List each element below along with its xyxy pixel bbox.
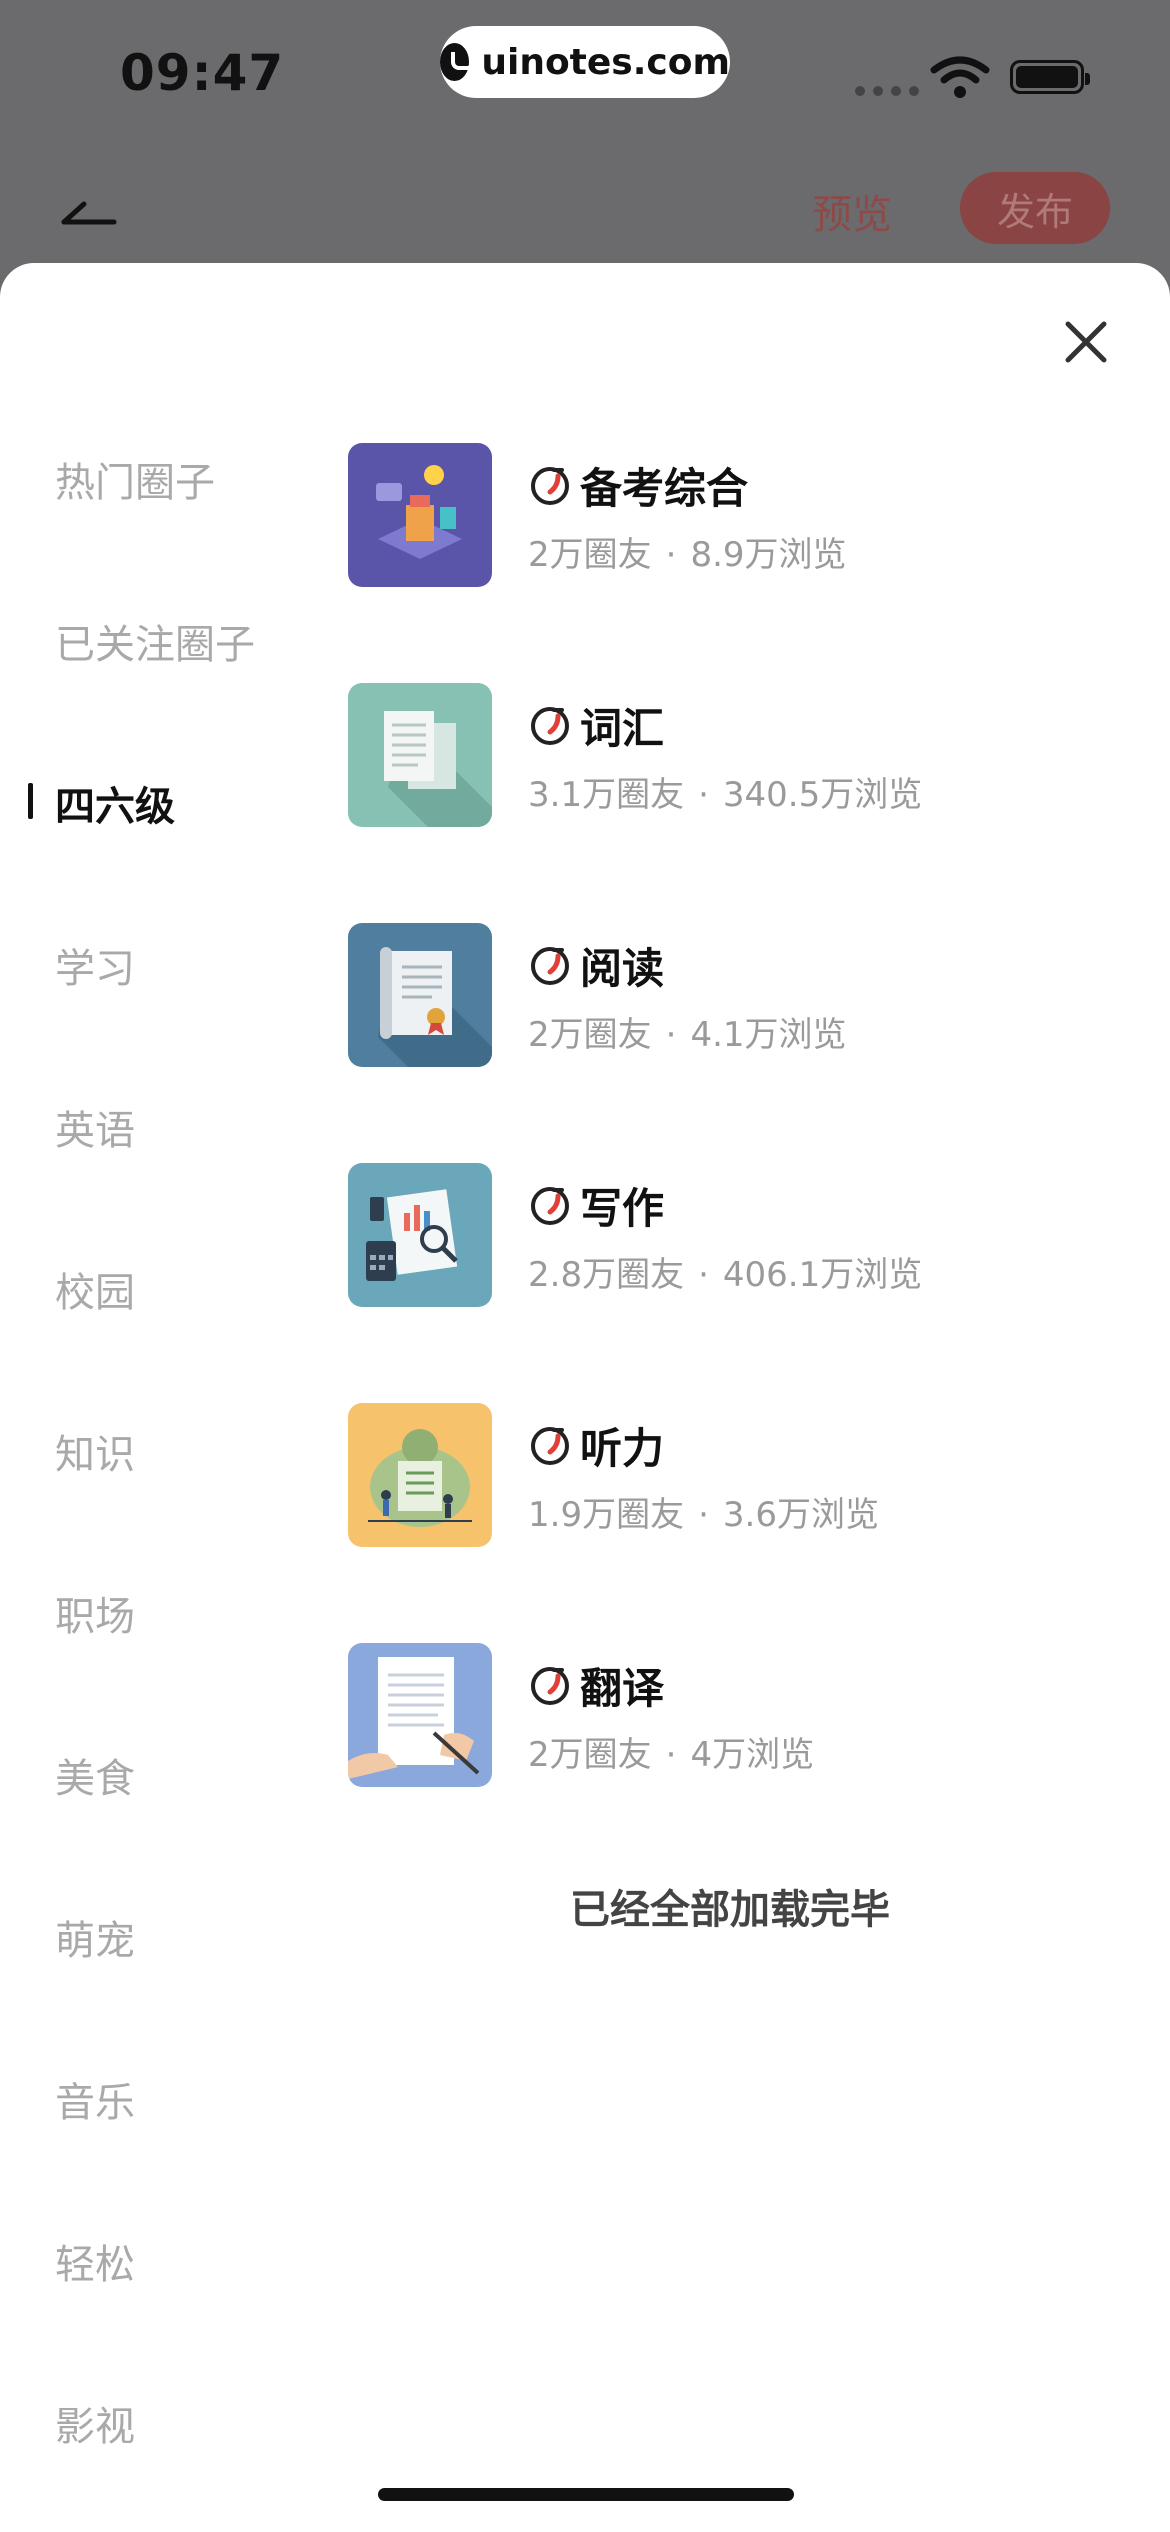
side-item-hot[interactable]: 热门圈子: [55, 450, 215, 508]
circle-picker-sheet: [0, 263, 1170, 2532]
circle-badge-icon: [531, 1666, 569, 1705]
circle-title-text: 备考综合: [580, 464, 749, 513]
home-indicator[interactable]: [378, 2488, 794, 2501]
circle-badge-icon: [531, 706, 569, 745]
circle-badge-icon: [531, 1426, 569, 1465]
analysis-desk-thumbnail: [348, 1163, 492, 1307]
circle-stats: 1.9万圈友 · 3.6万浏览: [528, 1495, 879, 1535]
member-count: 2万圈友: [528, 1015, 652, 1055]
side-item-cet[interactable]: 四六级: [55, 774, 175, 832]
battery-icon: [1010, 60, 1090, 94]
circle-title: 阅读: [528, 935, 664, 996]
circle-stats: 2万圈友 · 4.1万浏览: [528, 1015, 847, 1055]
url-pill[interactable]: uinotes.com: [440, 26, 730, 98]
circle-title-text: 写作: [580, 1184, 665, 1233]
preview-button[interactable]: 预览: [812, 182, 892, 240]
circle-title: 翻译: [528, 1655, 664, 1716]
active-indicator: [28, 783, 33, 819]
side-item-film[interactable]: 影视: [55, 2394, 135, 2452]
member-count: 1.9万圈友: [528, 1495, 685, 1535]
documents-thumbnail: [348, 683, 492, 827]
circle-item[interactable]: 写作 2.8万圈友 · 406.1万浏览: [348, 1163, 1128, 1308]
side-item-followed[interactable]: 已关注圈子: [55, 612, 255, 670]
circle-badge-icon: [531, 1186, 569, 1225]
circle-title-text: 词汇: [580, 704, 665, 753]
url-text: uinotes.com: [481, 41, 730, 83]
cellular-signal-icon: [855, 86, 919, 96]
member-count: 2万圈友: [528, 535, 652, 575]
circle-item[interactable]: 翻译 2万圈友 · 4万浏览: [348, 1643, 1128, 1788]
view-count: 4万浏览: [690, 1735, 815, 1775]
nav-bar: 预览 发布: [0, 150, 1170, 260]
circle-title-text: 翻译: [580, 1664, 665, 1713]
side-item-campus[interactable]: 校园: [55, 1260, 135, 1318]
view-count: 406.1万浏览: [722, 1255, 923, 1295]
circle-badge-icon: [531, 466, 569, 505]
member-count: 3.1万圈友: [528, 775, 685, 815]
circle-item[interactable]: 词汇 3.1万圈友 · 340.5万浏览: [348, 683, 1128, 828]
exam-prep-thumbnail: [348, 443, 492, 587]
side-item-music[interactable]: 音乐: [55, 2070, 135, 2128]
view-count: 8.9万浏览: [690, 535, 847, 575]
close-icon[interactable]: [1062, 318, 1110, 366]
side-item-career[interactable]: 职场: [55, 1584, 135, 1642]
circle-item[interactable]: 听力 1.9万圈友 · 3.6万浏览: [348, 1403, 1128, 1548]
circle-item[interactable]: 阅读 2万圈友 · 4.1万浏览: [348, 923, 1128, 1068]
circle-title: 词汇: [528, 695, 664, 756]
side-item-relax[interactable]: 轻松: [55, 2232, 135, 2290]
view-count: 4.1万浏览: [690, 1015, 847, 1055]
member-count: 2万圈友: [528, 1735, 652, 1775]
view-count: 340.5万浏览: [722, 775, 923, 815]
circle-stats: 3.1万圈友 · 340.5万浏览: [528, 775, 923, 815]
checklist-team-thumbnail: [348, 1403, 492, 1547]
circle-badge-icon: [531, 946, 569, 985]
side-item-food[interactable]: 美食: [55, 1746, 135, 1804]
view-count: 3.6万浏览: [722, 1495, 879, 1535]
circle-item[interactable]: 备考综合 2万圈友 · 8.9万浏览: [348, 443, 1128, 588]
back-arrow-icon[interactable]: [60, 190, 120, 230]
side-item-knowledge[interactable]: 知识: [55, 1422, 135, 1480]
circle-title: 写作: [528, 1175, 664, 1236]
list-end-message: 已经全部加载完毕: [570, 1887, 890, 1933]
publish-button[interactable]: 发布: [960, 172, 1110, 244]
member-count: 2.8万圈友: [528, 1255, 685, 1295]
side-item-study[interactable]: 学习: [55, 936, 135, 994]
certificate-thumbnail: [348, 923, 492, 1067]
wifi-icon: [930, 56, 990, 98]
circle-title: 听力: [528, 1415, 664, 1476]
circle-stats: 2万圈友 · 4万浏览: [528, 1735, 815, 1775]
site-logo-icon: [440, 43, 476, 81]
circle-stats: 2.8万圈友 · 406.1万浏览: [528, 1255, 923, 1295]
status-time: 09:47: [120, 44, 285, 102]
signing-paper-thumbnail: [348, 1643, 492, 1787]
circle-title-text: 听力: [580, 1424, 665, 1473]
status-bar: 09:47 uinotes.com: [0, 0, 1170, 150]
circle-stats: 2万圈友 · 8.9万浏览: [528, 535, 847, 575]
side-item-pets[interactable]: 萌宠: [55, 1908, 135, 1966]
circle-title-text: 阅读: [580, 944, 665, 993]
circle-title: 备考综合: [528, 455, 748, 516]
side-item-english[interactable]: 英语: [55, 1098, 135, 1156]
